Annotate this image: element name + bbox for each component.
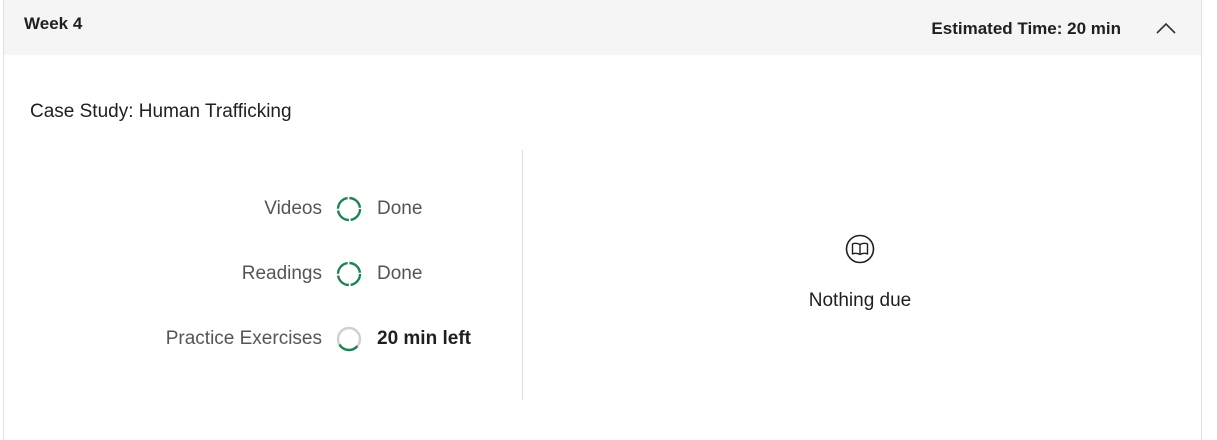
estimated-time: Estimated Time: 20 min <box>931 19 1121 38</box>
progress-row-label: Readings <box>241 263 322 284</box>
progress-ring-icon <box>335 260 363 288</box>
week-title: Week 4 <box>24 14 83 33</box>
nothing-due-text: Nothing due <box>808 290 912 311</box>
progress-row-label: Practice Exercises <box>165 328 322 349</box>
progress-row-practice-exercises[interactable]: Practice Exercises 20 min left <box>0 325 520 355</box>
progress-ring-icon <box>335 195 363 223</box>
progress-ring-icon <box>335 325 363 353</box>
progress-row-label: Videos <box>264 198 322 219</box>
progress-row-readings[interactable]: Readings Done <box>0 260 520 290</box>
module-title[interactable]: Case Study: Human Trafficking <box>30 101 292 123</box>
progress-row-status: 20 min left <box>377 328 471 349</box>
progress-row-status: Done <box>377 263 423 284</box>
week-header[interactable]: Week 4 Estimated Time: 20 min <box>4 0 1201 55</box>
progress-row-status: Done <box>377 198 423 219</box>
book-icon <box>845 234 875 264</box>
progress-row-videos[interactable]: Videos Done <box>0 195 520 225</box>
chevron-up-icon[interactable] <box>1155 18 1177 38</box>
column-divider <box>522 150 523 400</box>
